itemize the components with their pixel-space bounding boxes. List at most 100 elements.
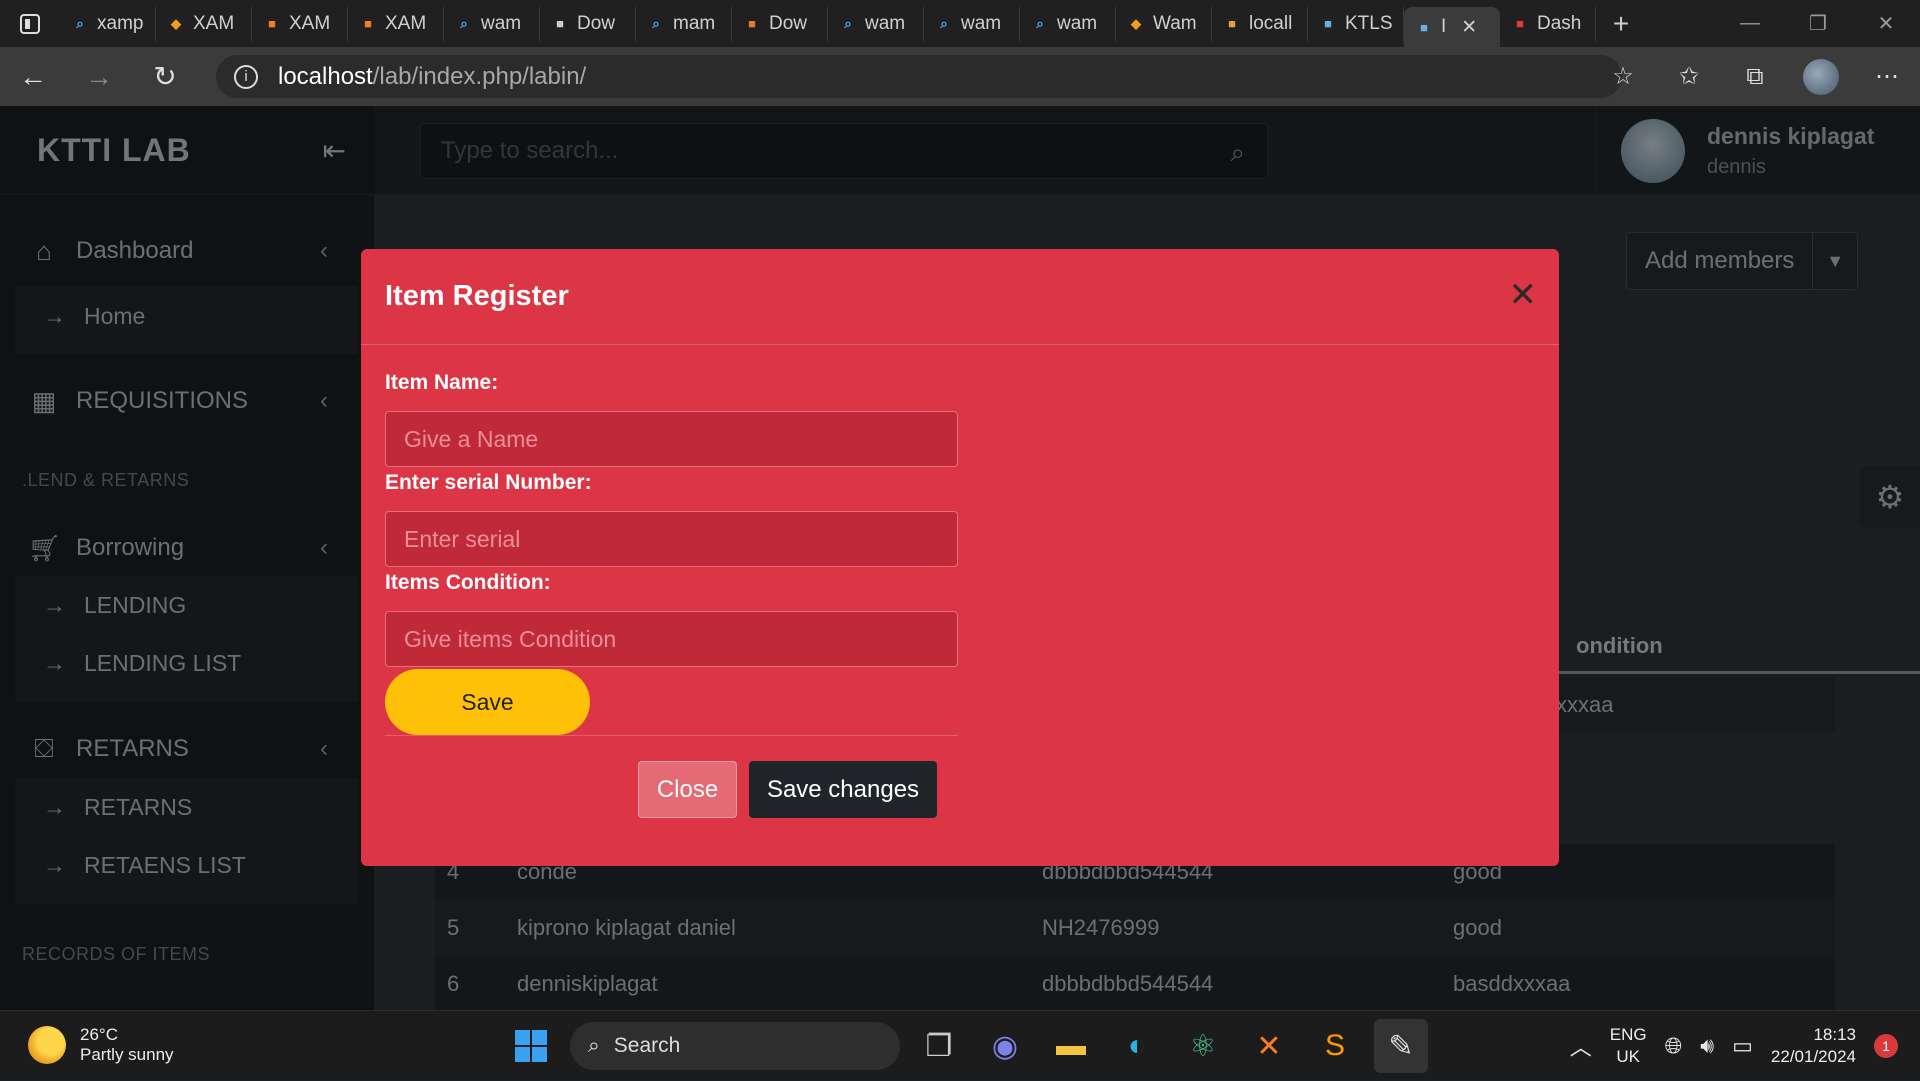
search-icon: ⌕ bbox=[844, 15, 852, 31]
item-name-label: Item Name: bbox=[385, 371, 499, 394]
tab-label: Wam bbox=[1153, 12, 1197, 34]
close-tab-icon[interactable]: ✕ bbox=[1461, 16, 1477, 39]
modal-header: Item Register ✕ bbox=[361, 249, 1559, 345]
minimize-button[interactable]: — bbox=[1716, 0, 1784, 47]
browser-tab[interactable]: ◆ Wam bbox=[1116, 6, 1212, 41]
condition-label: Items Condition: bbox=[385, 571, 551, 594]
keyboard-layout: UK bbox=[1616, 1047, 1641, 1066]
weather-condition: Partly sunny bbox=[80, 1045, 174, 1064]
search-icon: ⌕ bbox=[460, 15, 468, 31]
tab-label: wam bbox=[1057, 12, 1098, 34]
taskbar: 26°C Partly sunny ⌕ Search ❐ ◉ ▬ ◐ ⚛ ✕ S… bbox=[0, 1010, 1920, 1080]
tab-actions-icon[interactable] bbox=[0, 0, 60, 47]
serial-input[interactable] bbox=[404, 512, 957, 566]
close-window-button[interactable]: ✕ bbox=[1852, 0, 1920, 47]
sailboat-icon: ■ bbox=[1228, 16, 1236, 31]
address-bar: ← → ↻ i localhost/lab/index.php/labin/ ☆… bbox=[0, 47, 1920, 106]
notification-badge[interactable]: 1 bbox=[1874, 1034, 1898, 1058]
browser-tab[interactable]: ■ Dash bbox=[1500, 6, 1596, 41]
paint-icon[interactable]: ✎ bbox=[1374, 1019, 1428, 1073]
window-controls: — ❐ ✕ bbox=[1716, 0, 1920, 47]
collections-icon[interactable]: ⧉ bbox=[1722, 63, 1788, 91]
diamond-icon: ◆ bbox=[171, 15, 181, 31]
add-favorite-icon[interactable]: ☆ bbox=[1590, 62, 1656, 91]
info-icon[interactable]: i bbox=[234, 64, 258, 89]
browser-tab[interactable]: ■ KTLS bbox=[1308, 6, 1404, 41]
serial-field-wrap bbox=[385, 511, 958, 567]
item-name-input[interactable] bbox=[404, 412, 957, 466]
browser-tab[interactable]: ⌕ wam bbox=[924, 6, 1020, 41]
browser-tab[interactable]: ■ locall bbox=[1212, 6, 1308, 41]
browser-tab[interactable]: ■ I ✕ bbox=[1404, 7, 1500, 47]
teams-icon[interactable]: ◉ bbox=[978, 1019, 1032, 1073]
tab-label: mam bbox=[673, 12, 716, 34]
time: 18:13 bbox=[1813, 1025, 1856, 1044]
condition-input[interactable] bbox=[404, 612, 957, 666]
volume-icon[interactable]: 🔊︎ bbox=[1700, 1033, 1714, 1059]
browser-tab[interactable]: ⌕ mam bbox=[636, 6, 732, 41]
task-view-icon[interactable]: ❐ bbox=[912, 1019, 966, 1073]
search-icon: ⌕ bbox=[1036, 15, 1044, 31]
atom-icon[interactable]: ⚛ bbox=[1176, 1019, 1230, 1073]
browser-tab[interactable]: ⌕ xamp bbox=[60, 6, 156, 41]
browser-tab[interactable]: ■ XAM bbox=[348, 6, 444, 41]
date: 22/01/2024 bbox=[1770, 1047, 1856, 1066]
tab-label: wam bbox=[961, 12, 1002, 34]
browser-tab[interactable]: ■ Dow bbox=[732, 6, 828, 41]
weather-widget[interactable]: 26°C Partly sunny bbox=[28, 1025, 174, 1065]
new-tab-button[interactable]: + bbox=[1596, 8, 1646, 40]
url-path: /lab/index.php/labin/ bbox=[372, 62, 587, 90]
close-icon[interactable]: ✕ bbox=[1509, 275, 1538, 315]
ktti-icon: ■ bbox=[1420, 19, 1428, 35]
tab-label: Dash bbox=[1537, 12, 1582, 34]
clock[interactable]: 18:13 22/01/2024 bbox=[1771, 1024, 1856, 1068]
xampp-icon[interactable]: ✕ bbox=[1242, 1019, 1296, 1073]
search-icon: ⌕ bbox=[588, 1034, 600, 1057]
modal-title: Item Register bbox=[385, 280, 569, 312]
tab-label: I bbox=[1441, 16, 1447, 37]
restore-button[interactable]: ❐ bbox=[1784, 0, 1852, 47]
search-icon: ⌕ bbox=[652, 15, 660, 31]
more-icon[interactable]: ⋯ bbox=[1854, 62, 1920, 91]
language-indicator[interactable]: ENG UK bbox=[1610, 1024, 1647, 1068]
chevron-up-icon[interactable]: ︿ bbox=[1570, 1030, 1592, 1062]
browser-tab[interactable]: ■ XAM bbox=[252, 6, 348, 41]
save-button[interactable]: Save bbox=[385, 669, 590, 735]
forward-button[interactable]: → bbox=[66, 47, 132, 106]
ktti-icon: ■ bbox=[1324, 16, 1332, 31]
taskbar-search[interactable]: ⌕ Search bbox=[570, 1022, 900, 1070]
wordpress-icon: ■ bbox=[556, 16, 564, 31]
back-button[interactable]: ← bbox=[0, 47, 66, 106]
browser-tab[interactable]: ⌕ wam bbox=[1020, 6, 1116, 41]
tab-label: wam bbox=[481, 12, 522, 34]
browser-tab[interactable]: ◆ XAM bbox=[156, 6, 252, 41]
language-code: ENG bbox=[1609, 1025, 1647, 1044]
item-name-field-wrap bbox=[385, 411, 958, 467]
close-button[interactable]: Close bbox=[638, 761, 737, 818]
tab-label: KTLS bbox=[1345, 12, 1393, 34]
browser-tab[interactable]: ■ Dow bbox=[540, 6, 636, 41]
save-changes-button[interactable]: Save changes bbox=[749, 761, 937, 818]
battery-icon[interactable]: ▭ bbox=[1732, 1033, 1753, 1059]
favorites-icon[interactable]: ✩ bbox=[1656, 62, 1722, 91]
reload-button[interactable]: ↻ bbox=[132, 47, 198, 106]
taskbar-search-label: Search bbox=[613, 1034, 681, 1057]
tab-label: Dow bbox=[577, 12, 616, 34]
network-icon[interactable]: 🌐︎ bbox=[1665, 1033, 1683, 1059]
temperature: 26°C bbox=[80, 1025, 118, 1044]
windows-start-icon[interactable] bbox=[504, 1019, 558, 1073]
diamond-icon: ◆ bbox=[1131, 15, 1141, 31]
browser-toolbar: ☆ ✩ ⧉ ⋯ bbox=[1590, 47, 1920, 106]
browser-tab[interactable]: ⌕ wam bbox=[444, 6, 540, 41]
tab-label: locall bbox=[1249, 12, 1293, 34]
m-logo-icon: ■ bbox=[748, 16, 756, 31]
browser-tab[interactable]: ⌕ wam bbox=[828, 6, 924, 41]
sublime-icon[interactable]: S bbox=[1308, 1019, 1362, 1073]
edge-icon[interactable]: ◐ bbox=[1110, 1019, 1164, 1073]
url-field[interactable]: i localhost/lab/index.php/labin/ bbox=[216, 55, 1622, 98]
tab-label: XAM bbox=[193, 12, 235, 34]
profile-avatar[interactable] bbox=[1788, 58, 1854, 95]
dashboard-icon: ■ bbox=[1516, 16, 1524, 31]
tab-label: wam bbox=[865, 12, 906, 34]
file-explorer-icon[interactable]: ▬ bbox=[1044, 1019, 1098, 1073]
